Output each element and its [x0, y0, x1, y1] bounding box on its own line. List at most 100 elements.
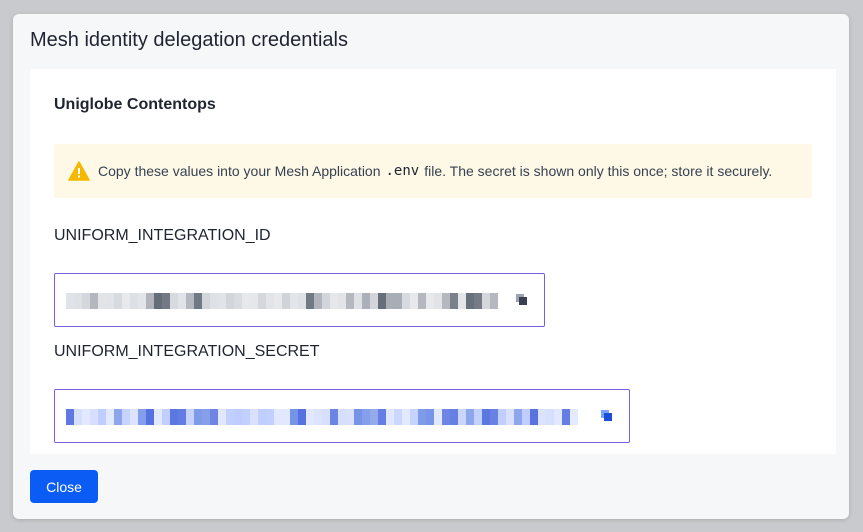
obscured-pixel [410, 409, 418, 425]
obscured-pixel [266, 409, 274, 425]
obscured-pixel [362, 293, 370, 309]
credentials-dialog: Mesh identity delegation credentials Uni… [13, 14, 849, 519]
obscured-pixel [226, 293, 234, 309]
obscured-pixel [186, 293, 194, 309]
obscured-pixel [106, 293, 114, 309]
obscured-pixel [82, 293, 90, 309]
obscured-pixel [330, 293, 338, 309]
obscured-pixel [442, 293, 450, 309]
obscured-pixel [162, 409, 170, 425]
obscured-pixel [74, 293, 82, 309]
obscured-pixel [466, 409, 474, 425]
obscured-pixel [146, 293, 154, 309]
obscured-pixel [402, 293, 410, 309]
integration-secret-value-obscured [66, 407, 578, 427]
obscured-pixel [138, 409, 146, 425]
obscured-pixel [290, 293, 298, 309]
obscured-pixel [386, 293, 394, 309]
obscured-pixel [490, 293, 498, 309]
obscured-pixel [346, 293, 354, 309]
obscured-pixel [474, 409, 482, 425]
obscured-pixel [210, 409, 218, 425]
obscured-pixel [106, 409, 114, 425]
obscured-pixel [402, 409, 410, 425]
obscured-pixel [234, 409, 242, 425]
obscured-pixel [458, 409, 466, 425]
obscured-pixel [322, 293, 330, 309]
obscured-pixel [130, 409, 138, 425]
obscured-pixel [178, 409, 186, 425]
obscured-pixel [90, 409, 98, 425]
dialog-content: Uniglobe Contentops Copy these values in… [30, 69, 836, 454]
obscured-pixel [482, 293, 490, 309]
obscured-pixel [378, 409, 386, 425]
alert-text-before: Copy these values into your Mesh Applica… [98, 163, 381, 179]
obscured-pixel [282, 409, 290, 425]
obscured-pixel [554, 409, 562, 425]
obscured-pixel [194, 409, 202, 425]
obscured-pixel [242, 409, 250, 425]
obscured-pixel [202, 409, 210, 425]
integration-id-field[interactable] [54, 273, 545, 327]
obscured-pixel [362, 409, 370, 425]
obscured-pixel [538, 409, 546, 425]
org-name: Uniglobe Contentops [54, 96, 216, 113]
obscured-pixel [418, 409, 426, 425]
obscured-pixel [194, 293, 202, 309]
obscured-pixel [146, 409, 154, 425]
obscured-pixel [370, 409, 378, 425]
dialog-title: Mesh identity delegation credentials [30, 29, 348, 51]
warning-triangle-icon [68, 161, 90, 181]
obscured-pixel [242, 293, 250, 309]
warning-alert: Copy these values into your Mesh Applica… [54, 144, 812, 198]
copy-icon[interactable] [600, 409, 616, 425]
obscured-pixel [450, 409, 458, 425]
close-button[interactable]: Close [30, 470, 98, 503]
obscured-pixel [522, 409, 530, 425]
obscured-pixel [162, 293, 170, 309]
obscured-pixel [274, 293, 282, 309]
obscured-pixel [258, 293, 266, 309]
obscured-pixel [442, 409, 450, 425]
obscured-pixel [282, 293, 290, 309]
obscured-pixel [74, 409, 82, 425]
obscured-pixel [394, 409, 402, 425]
obscured-pixel [218, 409, 226, 425]
obscured-pixel [170, 293, 178, 309]
obscured-pixel [290, 409, 298, 425]
obscured-pixel [346, 409, 354, 425]
obscured-pixel [426, 409, 434, 425]
obscured-pixel [234, 293, 242, 309]
obscured-pixel [82, 409, 90, 425]
obscured-pixel [154, 293, 162, 309]
copy-icon[interactable] [515, 293, 531, 309]
obscured-pixel [466, 293, 474, 309]
obscured-pixel [306, 293, 314, 309]
obscured-pixel [530, 409, 538, 425]
obscured-pixel [338, 409, 346, 425]
obscured-pixel [226, 409, 234, 425]
obscured-pixel [322, 409, 330, 425]
obscured-pixel [330, 409, 338, 425]
obscured-pixel [314, 293, 322, 309]
obscured-pixel [250, 293, 258, 309]
obscured-pixel [546, 409, 554, 425]
obscured-pixel [426, 293, 434, 309]
obscured-pixel [314, 409, 322, 425]
obscured-pixel [474, 293, 482, 309]
obscured-pixel [178, 293, 186, 309]
obscured-pixel [250, 409, 258, 425]
obscured-pixel [114, 293, 122, 309]
obscured-pixel [210, 293, 218, 309]
obscured-pixel [258, 409, 266, 425]
integration-secret-field[interactable] [54, 389, 630, 443]
obscured-pixel [370, 293, 378, 309]
obscured-pixel [298, 409, 306, 425]
obscured-pixel [122, 409, 130, 425]
obscured-pixel [514, 409, 522, 425]
obscured-pixel [562, 409, 570, 425]
obscured-pixel [98, 293, 106, 309]
obscured-pixel [354, 293, 362, 309]
obscured-pixel [498, 409, 506, 425]
integration-id-value-obscured [66, 291, 498, 311]
